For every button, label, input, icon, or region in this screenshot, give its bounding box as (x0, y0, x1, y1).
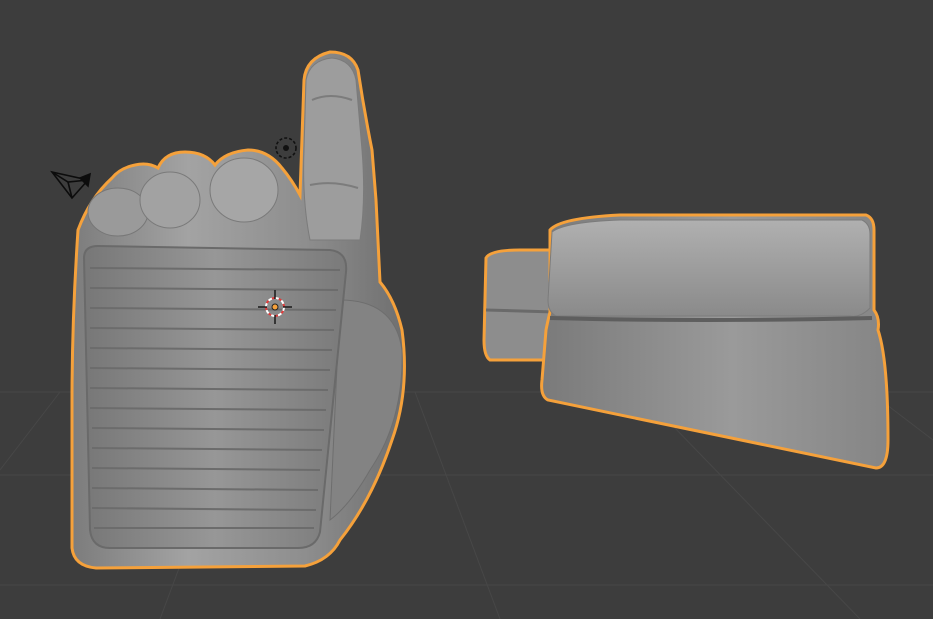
knuckle-3 (209, 157, 279, 223)
knuckle-1 (87, 187, 149, 237)
hand-object[interactable] (70, 50, 406, 570)
ring-back-groove (485, 308, 556, 314)
3d-viewport[interactable] (0, 0, 933, 619)
grill-panel (82, 244, 348, 549)
ring-groove (549, 316, 873, 322)
band-ring-object[interactable] (482, 213, 890, 470)
knuckle-2 (139, 171, 201, 229)
viewport-canvas[interactable] (0, 0, 933, 619)
light-icon[interactable] (275, 137, 297, 159)
object-origin-icon (271, 303, 279, 311)
ring-top-band (547, 219, 871, 317)
index-finger (303, 57, 365, 241)
camera-icon[interactable] (50, 170, 92, 200)
